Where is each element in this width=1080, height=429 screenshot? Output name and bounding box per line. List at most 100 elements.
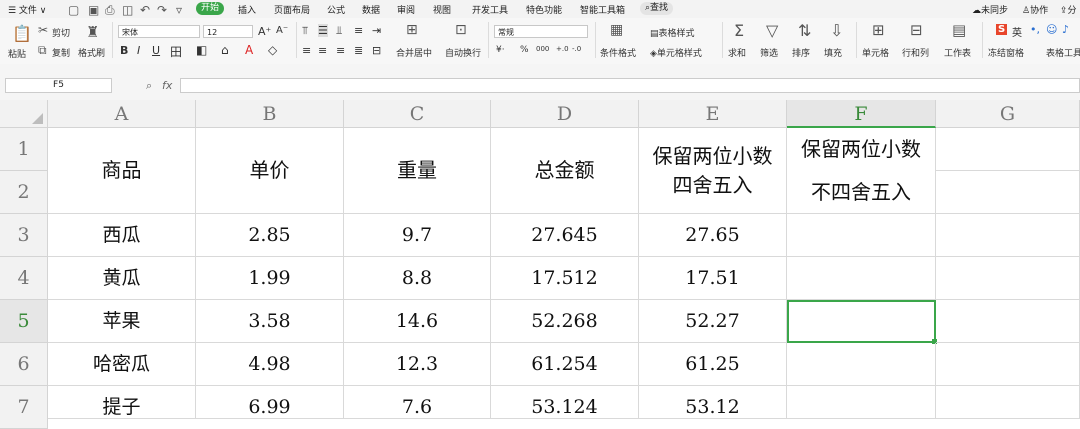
cell-f4[interactable]: [787, 257, 936, 300]
tab-insert[interactable]: 插入: [238, 3, 256, 16]
cell-f3[interactable]: [787, 214, 936, 257]
cell-d6[interactable]: 61.254: [491, 343, 639, 386]
column-header-g[interactable]: G: [936, 100, 1080, 128]
select-all-corner[interactable]: [0, 100, 48, 128]
wrap-text-button[interactable]: 自动换行: [445, 46, 481, 59]
cell-b1-merged[interactable]: 单价: [196, 128, 344, 214]
cell-a1-merged[interactable]: 商品: [48, 128, 196, 214]
cell-f5-selected[interactable]: [787, 300, 936, 343]
column-header-f[interactable]: F: [787, 100, 936, 128]
align-left-icon[interactable]: ≡: [302, 44, 311, 57]
emoji-icon[interactable]: ☺: [1046, 23, 1057, 36]
copy-button[interactable]: 复制: [52, 46, 70, 59]
align-middle-icon[interactable]: ☰: [318, 24, 328, 37]
worksheet-icon[interactable]: ▤: [952, 21, 966, 39]
justify-icon[interactable]: ≣: [354, 44, 363, 57]
underline-icon[interactable]: U: [152, 44, 160, 57]
column-header-c[interactable]: C: [344, 100, 491, 128]
rows-cols-button[interactable]: 行和列: [902, 46, 929, 59]
table-tools-button[interactable]: 表格工具: [1046, 46, 1080, 59]
merge-center-button[interactable]: 合并居中: [396, 46, 432, 59]
copy-icon[interactable]: ⧉: [38, 43, 47, 58]
paste-button[interactable]: 粘贴: [8, 47, 26, 60]
cell-e1-merged[interactable]: 保留两位小数 四舍五入: [639, 128, 787, 214]
fill-icon[interactable]: ⇩: [830, 21, 843, 40]
paste-icon[interactable]: 📋: [12, 24, 32, 43]
row-header-5[interactable]: 5: [0, 300, 48, 343]
worksheet-button[interactable]: 工作表: [944, 46, 971, 59]
cell-b4[interactable]: 1.99: [196, 257, 344, 300]
column-header-d[interactable]: D: [491, 100, 639, 128]
border-icon[interactable]: 田: [170, 43, 182, 60]
cell-a6[interactable]: 哈密瓜: [48, 343, 196, 386]
thousands-icon[interactable]: 000: [536, 45, 549, 53]
tab-review[interactable]: 审阅: [397, 3, 415, 16]
sort-icon[interactable]: ⇅: [798, 21, 811, 40]
cell-a5[interactable]: 苹果: [48, 300, 196, 343]
bold-icon[interactable]: B: [120, 44, 128, 57]
distribute-icon[interactable]: ⊟: [372, 44, 381, 57]
align-top-icon[interactable]: ⫪: [302, 24, 308, 38]
cut-icon[interactable]: ✂: [38, 23, 48, 37]
cell-d7[interactable]: 53.124: [491, 386, 639, 419]
cell-g4[interactable]: [936, 257, 1080, 300]
name-box[interactable]: F5: [5, 78, 112, 93]
indent-icon[interactable]: ⇥: [372, 24, 381, 37]
orientation-icon[interactable]: ≡: [354, 24, 363, 37]
cell-c6[interactable]: 12.3: [344, 343, 491, 386]
cut-button[interactable]: 剪切: [52, 26, 70, 39]
tab-home[interactable]: 开始: [196, 2, 225, 15]
ime-mode[interactable]: 英: [1012, 24, 1022, 39]
column-header-b[interactable]: B: [196, 100, 344, 128]
tab-view[interactable]: 视图: [433, 3, 451, 16]
undo-icon[interactable]: ↶: [140, 3, 150, 17]
preview-icon[interactable]: ◫: [122, 3, 133, 17]
cell-e4[interactable]: 17.51: [639, 257, 787, 300]
cell-b7[interactable]: 6.99: [196, 386, 344, 419]
cell-g7[interactable]: [936, 386, 1080, 419]
tab-special[interactable]: 特色功能: [526, 3, 562, 16]
cell-g2[interactable]: [936, 171, 1080, 214]
align-center-icon[interactable]: ≡: [318, 44, 327, 57]
row-header-1[interactable]: 1: [0, 128, 48, 171]
align-bottom-icon[interactable]: ⫫: [336, 24, 342, 38]
font-name-select[interactable]: 宋体: [118, 25, 200, 38]
freeze-panes-button[interactable]: 冻结窗格: [988, 46, 1024, 59]
save-icon[interactable]: ▢: [68, 3, 79, 17]
export-icon[interactable]: ▣: [88, 3, 99, 17]
formula-input[interactable]: [180, 78, 1080, 93]
cell-c4[interactable]: 8.8: [344, 257, 491, 300]
share-button[interactable]: ⇪分: [1060, 3, 1077, 16]
file-menu[interactable]: ☰ 文件 ∨: [8, 3, 46, 16]
tab-developer[interactable]: 开发工具: [472, 3, 508, 16]
ime-logo-icon[interactable]: S: [996, 24, 1008, 35]
cell-d1-merged[interactable]: 总金额: [491, 128, 639, 214]
format-painter-button[interactable]: 格式刷: [78, 46, 105, 59]
cells-icon[interactable]: ⊞: [872, 21, 885, 39]
cell-a3[interactable]: 西瓜: [48, 214, 196, 257]
cell-f1[interactable]: 保留两位小数: [787, 128, 936, 171]
row-header-7[interactable]: 7: [0, 386, 48, 429]
cell-g6[interactable]: [936, 343, 1080, 386]
wrap-icon[interactable]: ⊡: [455, 22, 467, 38]
cell-b5[interactable]: 3.58: [196, 300, 344, 343]
grow-font-icon[interactable]: A⁺: [258, 25, 271, 38]
font-color-icon[interactable]: A: [245, 43, 253, 57]
row-header-2[interactable]: 2: [0, 171, 48, 214]
align-right-icon[interactable]: ≡: [336, 44, 345, 57]
print-icon[interactable]: ⎙: [105, 3, 115, 18]
font-size-select[interactable]: 12: [203, 25, 253, 38]
row-header-4[interactable]: 4: [0, 257, 48, 300]
cell-e3[interactable]: 27.65: [639, 214, 787, 257]
sync-status[interactable]: ☁未同步: [972, 3, 1008, 16]
number-format-select[interactable]: 常规: [494, 25, 588, 38]
rows-cols-icon[interactable]: ⊟: [910, 21, 923, 39]
cell-f6[interactable]: [787, 343, 936, 386]
cell-c7[interactable]: 7.6: [344, 386, 491, 419]
increase-decimal-icon[interactable]: +.0: [556, 45, 569, 53]
cell-a4[interactable]: 黄瓜: [48, 257, 196, 300]
column-header-a[interactable]: A: [48, 100, 196, 128]
cell-d5[interactable]: 52.268: [491, 300, 639, 343]
row-header-3[interactable]: 3: [0, 214, 48, 257]
cell-style-button[interactable]: ◈单元格样式: [650, 46, 702, 59]
